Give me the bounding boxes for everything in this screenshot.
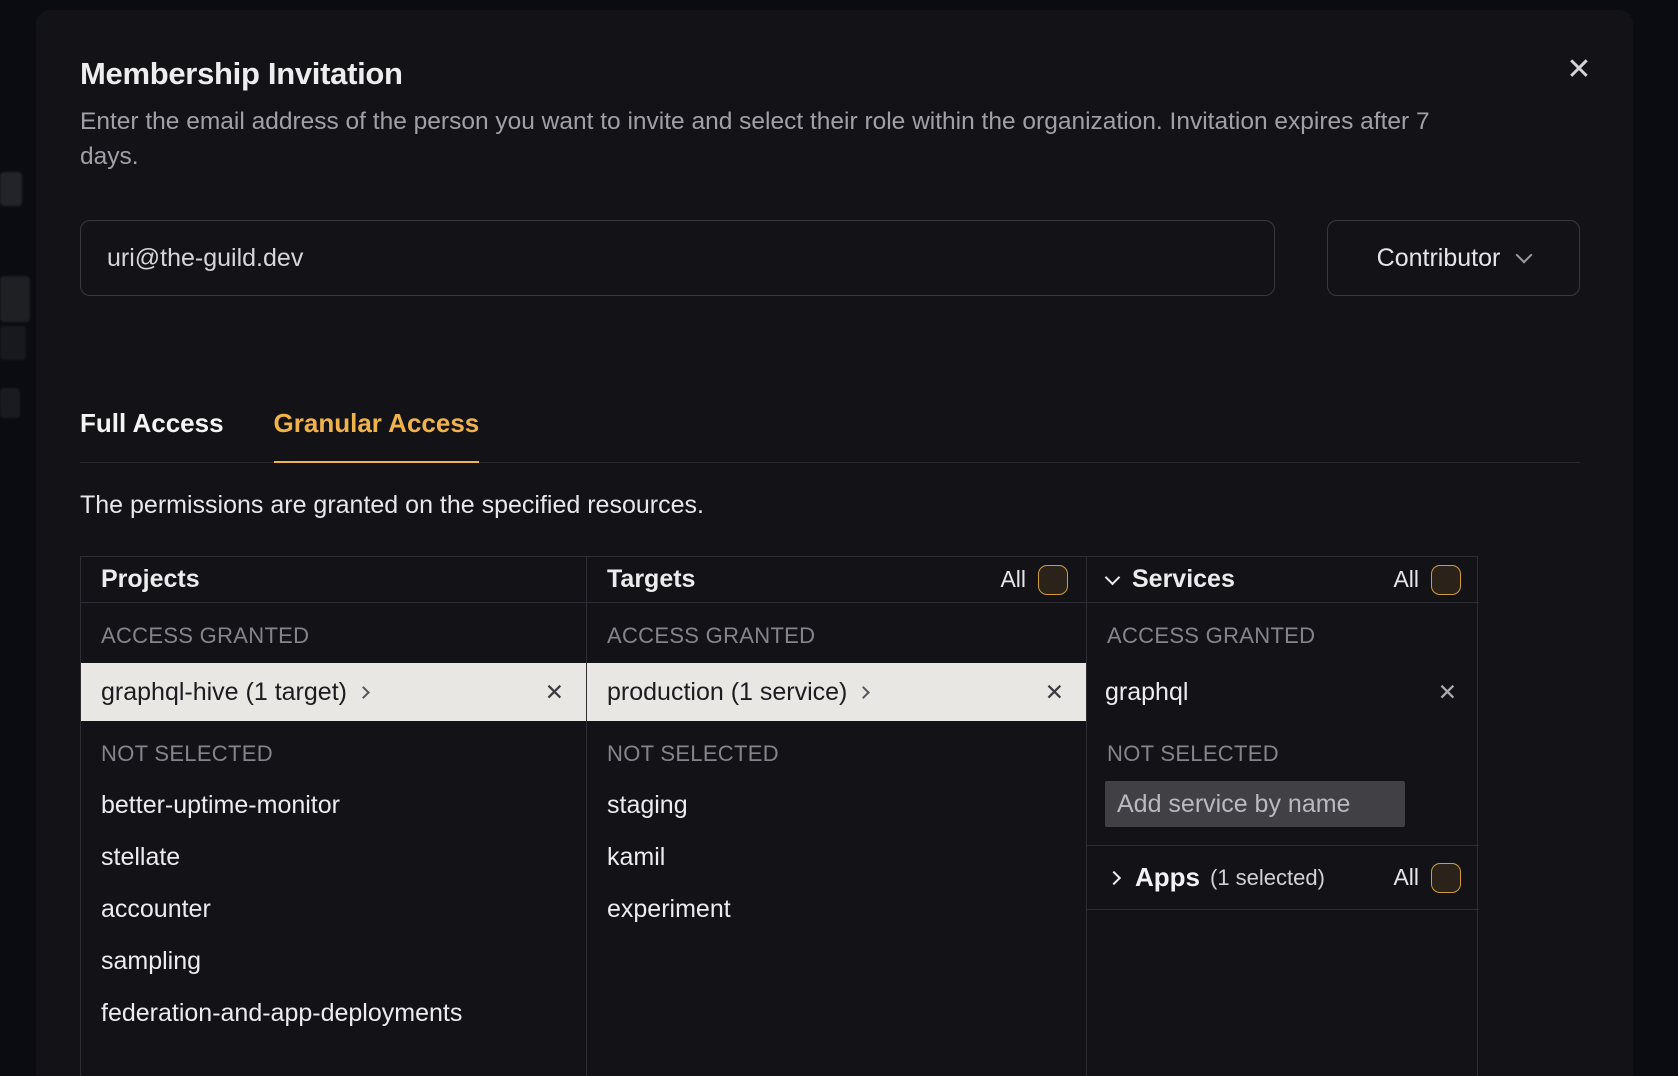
selected-target-name: production (1 service): [607, 678, 847, 707]
background-content-fragment: [0, 388, 20, 418]
services-header-label: Services: [1132, 565, 1235, 594]
project-item[interactable]: federation-and-app-deployments: [81, 987, 586, 1039]
chevron-right-icon: [858, 686, 871, 699]
apps-all-checkbox[interactable]: [1431, 863, 1461, 893]
selected-project-name: graphql-hive (1 target): [101, 678, 347, 707]
services-all-label: All: [1393, 566, 1419, 593]
close-icon: ✕: [1566, 55, 1591, 85]
targets-list: staging kamil experiment: [587, 779, 1086, 935]
column-header-services[interactable]: Services All: [1087, 557, 1479, 603]
not-selected-label: NOT SELECTED: [81, 721, 586, 767]
services-all-checkbox[interactable]: [1431, 565, 1461, 595]
add-service-input[interactable]: [1105, 781, 1405, 827]
target-item[interactable]: kamil: [587, 831, 1086, 883]
resource-table: Projects ACCESS GRANTED graphql-hive (1 …: [80, 556, 1478, 1076]
tab-full-access[interactable]: Full Access: [80, 408, 224, 462]
projects-header-label: Projects: [101, 565, 200, 594]
granted-service-row[interactable]: graphql ✕: [1087, 663, 1479, 721]
remove-service-button[interactable]: ✕: [1434, 677, 1461, 708]
access-granted-label: ACCESS GRANTED: [1087, 603, 1479, 649]
chevron-down-icon: [1105, 569, 1121, 585]
column-header-projects: Projects: [81, 557, 586, 603]
not-selected-label: NOT SELECTED: [587, 721, 1086, 767]
apps-label: Apps: [1135, 862, 1200, 893]
background-content-fragment: [0, 326, 26, 360]
chevron-down-icon: [1516, 247, 1533, 264]
target-item[interactable]: staging: [587, 779, 1086, 831]
role-select-value: Contributor: [1377, 244, 1501, 273]
column-header-targets: Targets All: [587, 557, 1086, 603]
access-granted-label: ACCESS GRANTED: [587, 603, 1086, 649]
selected-target-row[interactable]: production (1 service) ✕: [587, 663, 1086, 721]
selected-project-row[interactable]: graphql-hive (1 target) ✕: [81, 663, 586, 721]
apps-row[interactable]: Apps (1 selected) All: [1087, 846, 1479, 910]
granted-service-name: graphql: [1105, 678, 1188, 707]
project-item[interactable]: accounter: [81, 883, 586, 935]
project-item[interactable]: stellate: [81, 831, 586, 883]
close-button[interactable]: ✕: [1559, 50, 1599, 90]
apps-count: (1 selected): [1210, 865, 1325, 891]
targets-all-checkbox[interactable]: [1038, 565, 1068, 595]
projects-list: better-uptime-monitor stellate accounter…: [81, 779, 586, 1039]
background-content-fragment: [0, 172, 22, 206]
apps-all-label: All: [1393, 864, 1419, 891]
membership-invitation-modal: ✕ Membership Invitation Enter the email …: [36, 10, 1633, 1076]
tab-granular-access[interactable]: Granular Access: [274, 408, 480, 463]
remove-project-button[interactable]: ✕: [541, 677, 568, 708]
remove-target-button[interactable]: ✕: [1041, 677, 1068, 708]
invite-controls-row: Contributor: [80, 220, 1580, 296]
target-item[interactable]: experiment: [587, 883, 1086, 935]
chevron-right-icon: [357, 686, 370, 699]
access-tabs: Full Access Granular Access: [80, 408, 1580, 463]
column-services: Services All ACCESS GRANTED graphql ✕ NO…: [1086, 557, 1479, 1076]
column-projects: Projects ACCESS GRANTED graphql-hive (1 …: [81, 557, 586, 1076]
project-item[interactable]: sampling: [81, 935, 586, 987]
role-select[interactable]: Contributor: [1327, 220, 1580, 296]
chevron-right-icon: [1107, 870, 1121, 884]
email-input[interactable]: [80, 220, 1275, 296]
project-item[interactable]: better-uptime-monitor: [81, 779, 586, 831]
modal-description: Enter the email address of the person yo…: [80, 104, 1485, 174]
permissions-note: The permissions are granted on the speci…: [80, 491, 1580, 520]
not-selected-label: NOT SELECTED: [1087, 721, 1479, 767]
page-title: Membership Invitation: [80, 56, 1580, 92]
targets-header-label: Targets: [607, 565, 695, 594]
access-granted-label: ACCESS GRANTED: [81, 603, 586, 649]
column-targets: Targets All ACCESS GRANTED production (1…: [586, 557, 1086, 1076]
targets-all-label: All: [1000, 566, 1026, 593]
background-content-fragment: [0, 276, 30, 322]
